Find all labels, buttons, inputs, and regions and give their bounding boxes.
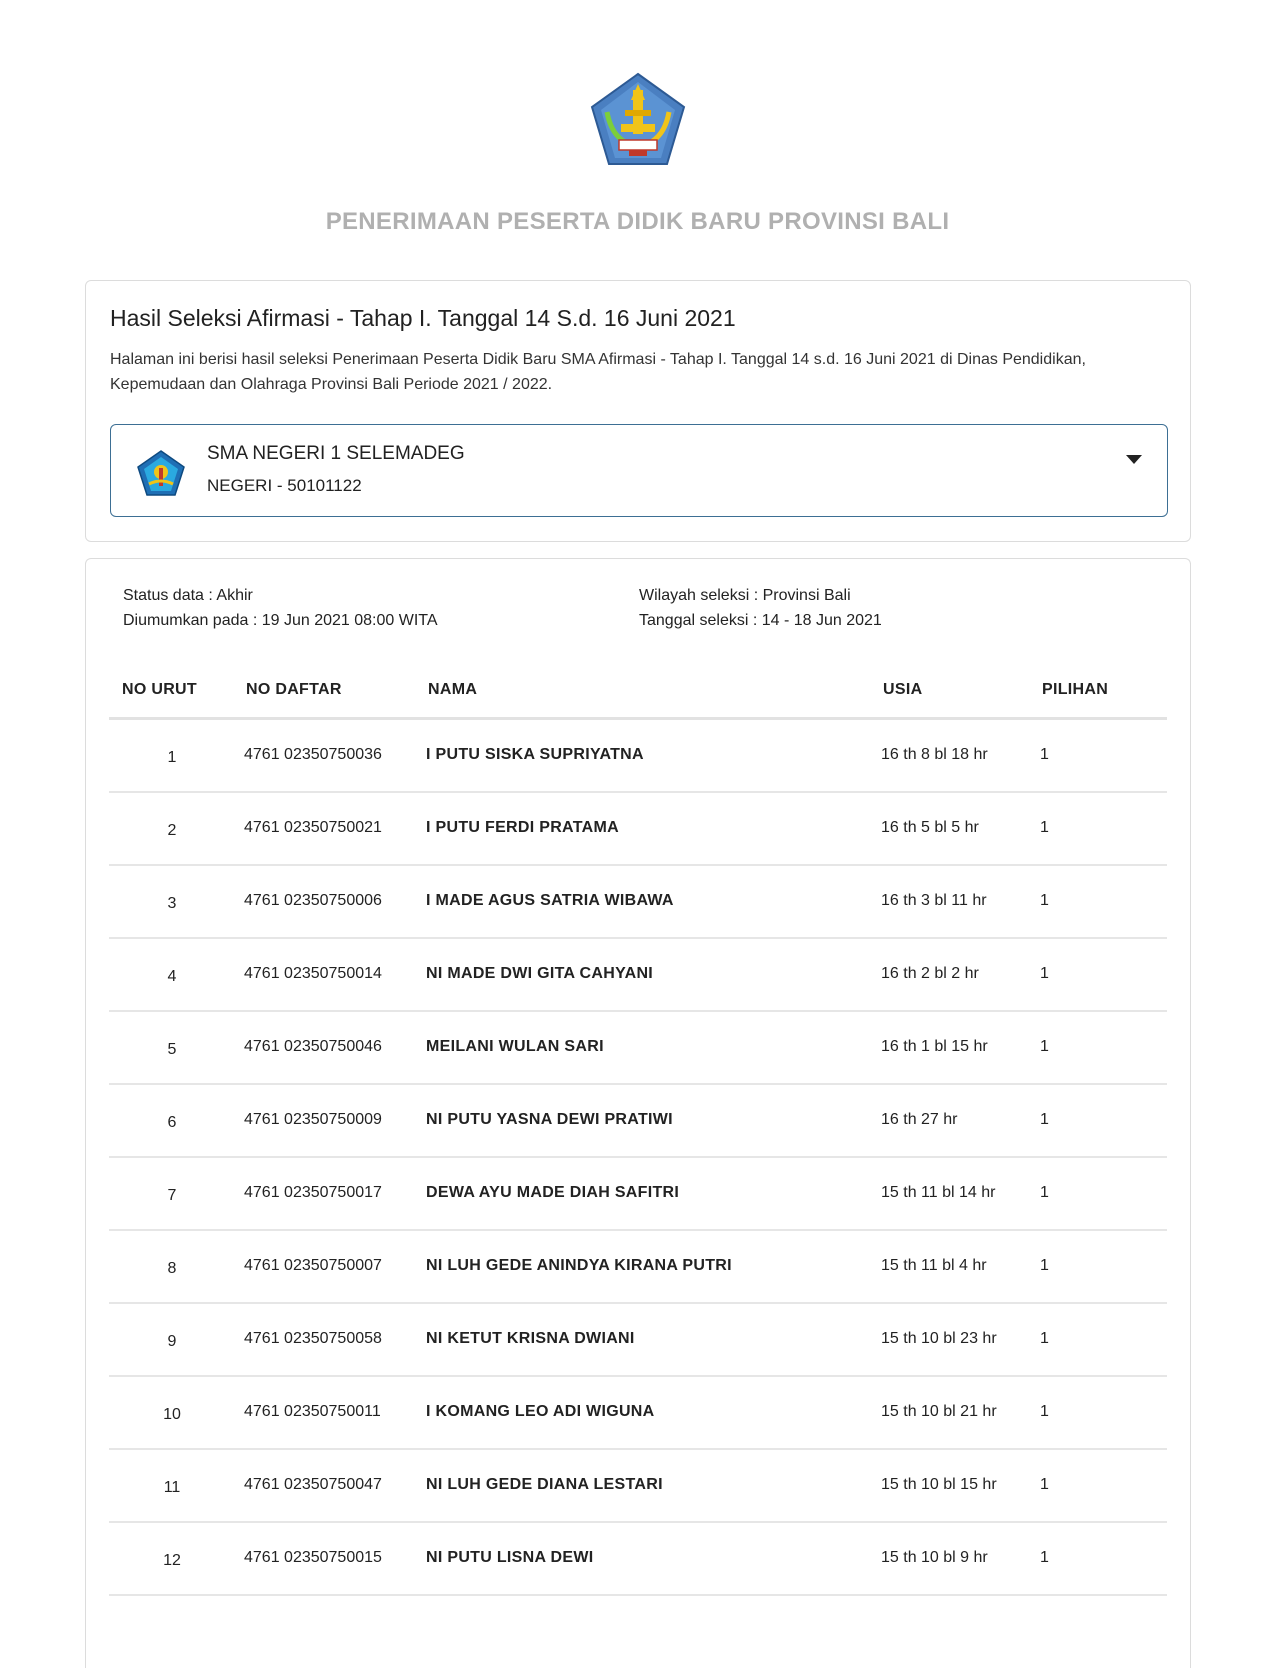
cell-nama: NI PUTU LISNA DEWI <box>426 1549 594 1566</box>
cell-nama: MEILANI WULAN SARI <box>426 1038 604 1055</box>
cell-no-urut: 5 <box>167 1041 177 1058</box>
table-row: 2 4761 02350750021 I PUTU FERDI PRATAMA 16 … <box>109 793 1167 866</box>
column-header-pilihan[interactable]: PILIHAN <box>1042 681 1108 699</box>
cell-no-urut: 1 <box>167 749 177 766</box>
cell-usia: 16 th 8 bl 18 hr <box>881 746 988 763</box>
cell-pilihan: 1 <box>1040 1330 1049 1347</box>
cell-nama: I MADE AGUS SATRIA WIBAWA <box>426 892 674 909</box>
tut-wuri-handayani-icon <box>137 450 185 496</box>
cell-usia: 16 th 27 hr <box>881 1111 958 1128</box>
site-title: PENERIMAAN PESERTA DIDIK BARU PROVINSI B… <box>325 208 950 235</box>
cell-no-urut: 9 <box>167 1333 177 1350</box>
selection-info-card: Hasil Seleksi Afirmasi - Tahap I. Tangga… <box>85 280 1191 542</box>
cell-no-urut: 4 <box>167 968 177 985</box>
cell-no-daftar: 4761 02350750015 <box>244 1549 382 1566</box>
cell-no-daftar: 4761 02350750009 <box>244 1111 382 1128</box>
cell-no-daftar: 4761 02350750047 <box>244 1476 382 1493</box>
cell-pilihan: 1 <box>1040 1111 1049 1128</box>
cell-pilihan: 1 <box>1040 819 1049 836</box>
cell-usia: 16 th 2 bl 2 hr <box>881 965 979 982</box>
cell-usia: 15 th 11 bl 4 hr <box>881 1257 987 1274</box>
column-header-no-urut[interactable]: NO URUT <box>122 681 197 699</box>
table-row: 12 4761 02350750015 NI PUTU LISNA DEWI 15 t… <box>109 1523 1167 1596</box>
cell-nama: NI LUH GEDE ANINDYA KIRANA PUTRI <box>426 1257 732 1274</box>
cell-pilihan: 1 <box>1040 1476 1049 1493</box>
school-name: SMA NEGERI 1 SELEMADEG <box>207 443 465 464</box>
column-header-nama[interactable]: NAMA <box>428 681 477 699</box>
cell-nama: DEWA AYU MADE DIAH SAFITRI <box>426 1184 680 1201</box>
cell-no-daftar: 4761 02350750058 <box>244 1330 382 1347</box>
column-header-no-daftar[interactable]: NO DAFTAR <box>246 681 342 699</box>
selection-region: Wilayah seleksi : Provinsi Bali <box>639 587 851 604</box>
school-type-code: NEGERI - 50101122 <box>207 476 362 495</box>
cell-usia: 15 th 10 bl 15 hr <box>881 1476 997 1493</box>
cell-no-daftar: 4761 02350750036 <box>244 746 382 763</box>
school-select-dropdown[interactable]: SMA NEGERI 1 SELEMADEG NEGERI - 50101122 <box>110 424 1168 517</box>
cell-nama: NI KETUT KRISNA DWIANI <box>426 1330 635 1347</box>
cell-pilihan: 1 <box>1040 892 1049 909</box>
announced-at: Diumumkan pada : 19 Jun 2021 08:00 WITA <box>123 612 438 629</box>
cell-usia: 15 th 10 bl 9 hr <box>881 1549 988 1566</box>
cell-pilihan: 1 <box>1040 746 1049 763</box>
cell-usia: 15 th 10 bl 21 hr <box>881 1403 997 1420</box>
cell-nama: NI LUH GEDE DIANA LESTARI <box>426 1476 663 1493</box>
cell-nama: I PUTU FERDI PRATAMA <box>426 819 619 836</box>
cell-no-daftar: 4761 02350750017 <box>244 1184 382 1201</box>
cell-no-urut: 3 <box>167 895 177 912</box>
table-row: 1 4761 02350750036 I PUTU SISKA SUPRIYATNA… <box>109 720 1167 793</box>
cell-pilihan: 1 <box>1040 965 1049 982</box>
cell-no-urut: 6 <box>167 1114 177 1131</box>
cell-no-urut: 7 <box>167 1187 177 1204</box>
cell-no-urut: 12 <box>163 1552 181 1569</box>
caret-down-icon[interactable] <box>1126 455 1142 464</box>
cell-no-urut: 11 <box>163 1479 181 1496</box>
page-description: Halaman ini berisi hasil seleksi Penerim… <box>110 351 1086 393</box>
table-row: 10 4761 02350750011 I KOMANG LEO ADI WIGUN… <box>109 1377 1167 1450</box>
cell-usia: 16 th 1 bl 15 hr <box>881 1038 988 1055</box>
cell-pilihan: 1 <box>1040 1549 1049 1566</box>
table-row: 9 4761 02350750058 NI KETUT KRISNA DWIANI 1… <box>109 1304 1167 1377</box>
table-row: 6 4761 02350750009 NI PUTU YASNA DEWI PRAT… <box>109 1085 1167 1158</box>
cell-pilihan: 1 <box>1040 1184 1049 1201</box>
cell-pilihan: 1 <box>1040 1038 1049 1055</box>
cell-pilihan: 1 <box>1040 1257 1049 1274</box>
table-row: 3 4761 02350750006 I MADE AGUS SATRIA WIBA… <box>109 866 1167 939</box>
table-row: 5 4761 02350750046 MEILANI WULAN SARI 16 th… <box>109 1012 1167 1085</box>
cell-usia: 15 th 10 bl 23 hr <box>881 1330 997 1347</box>
cell-nama: NI MADE DWI GITA CAHYANI <box>426 965 654 982</box>
selection-date: Tanggal seleksi : 14 - 18 Jun 2021 <box>639 612 882 629</box>
page-title: Hasil Seleksi Afirmasi - Tahap I. Tangga… <box>110 305 736 331</box>
bali-province-crest-icon <box>590 72 686 165</box>
results-card: Status data : Akhir Diumumkan pada : 19 … <box>85 558 1191 1668</box>
column-header-usia[interactable]: USIA <box>883 681 922 699</box>
table-row: 4 4761 02350750014 NI MADE DWI GITA CAHYAN… <box>109 939 1167 1012</box>
table-row: 11 4761 02350750047 NI LUH GEDE DIANA LEST… <box>109 1450 1167 1523</box>
cell-no-daftar: 4761 02350750006 <box>244 892 382 909</box>
table-row: 7 4761 02350750017 DEWA AYU MADE DIAH SAFI… <box>109 1158 1167 1231</box>
cell-no-daftar: 4761 02350750007 <box>244 1257 382 1274</box>
cell-nama: NI PUTU YASNA DEWI PRATIWI <box>426 1111 673 1128</box>
cell-usia: 16 th 3 bl 11 hr <box>881 892 987 909</box>
cell-nama: I PUTU SISKA SUPRIYATNA <box>426 746 644 763</box>
table-row: 8 4761 02350750007 NI LUH GEDE ANINDYA KIR… <box>109 1231 1167 1304</box>
results-table-body: 1 4761 02350750036 I PUTU SISKA SUPRIYATNA… <box>109 720 1167 1596</box>
cell-usia: 15 th 11 bl 14 hr <box>881 1184 996 1201</box>
cell-no-daftar: 4761 02350750046 <box>244 1038 382 1055</box>
cell-no-urut: 10 <box>163 1406 181 1423</box>
cell-usia: 16 th 5 bl 5 hr <box>881 819 979 836</box>
status-data: Status data : Akhir <box>123 587 253 604</box>
cell-pilihan: 1 <box>1040 1403 1049 1420</box>
cell-no-daftar: 4761 02350750014 <box>244 965 382 982</box>
cell-no-urut: 8 <box>167 1260 177 1277</box>
cell-no-urut: 2 <box>167 822 177 839</box>
cell-no-daftar: 4761 02350750021 <box>244 819 382 836</box>
cell-nama: I KOMANG LEO ADI WIGUNA <box>426 1403 655 1420</box>
cell-no-daftar: 4761 02350750011 <box>244 1403 381 1420</box>
